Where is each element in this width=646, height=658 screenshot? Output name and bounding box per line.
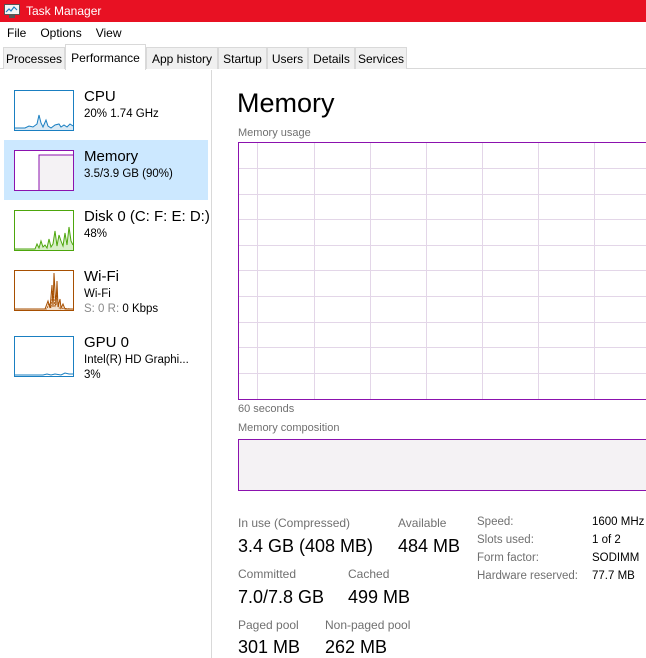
tab-services[interactable]: Services xyxy=(355,47,407,69)
window-title: Task Manager xyxy=(26,4,102,18)
available-value: 484 MB xyxy=(398,536,461,556)
time-span-label: 60 seconds xyxy=(238,403,295,415)
menu-file[interactable]: File xyxy=(7,26,26,40)
sidebar-item-subtitle: 48% xyxy=(84,228,108,240)
sidebar-item-cpu[interactable]: CPU 20% 1.74 GHz xyxy=(4,80,208,140)
title-bar: Task Manager xyxy=(0,0,646,22)
sidebar-item-disk[interactable]: Disk 0 (C: F: E: D:) 48% xyxy=(4,200,210,260)
tab-users[interactable]: Users xyxy=(267,47,308,69)
sidebar-item-memory[interactable]: Memory 3.5/3.9 GB (90%) xyxy=(4,140,208,200)
speed-label: Speed: xyxy=(477,516,514,528)
cpu-thumbnail-graph xyxy=(14,90,74,131)
memory-usage-label: Memory usage xyxy=(238,127,311,139)
in-use-label: In use (Compressed) xyxy=(238,516,351,530)
sidebar-item-title: CPU xyxy=(84,88,116,105)
tab-processes[interactable]: Processes xyxy=(3,47,65,69)
tab-performance[interactable]: Performance xyxy=(65,44,146,70)
sidebar-item-title: GPU 0 xyxy=(84,334,130,351)
menu-bar: File Options View xyxy=(0,22,646,43)
form-factor-value: SODIMM xyxy=(592,552,640,564)
committed-label: Committed xyxy=(238,567,297,581)
sidebar-item-subtitle: Wi-Fi xyxy=(84,288,111,300)
slots-used-value: 1 of 2 xyxy=(592,534,621,546)
sidebar-item-title: Wi-Fi xyxy=(84,268,119,285)
slots-used-label: Slots used: xyxy=(477,534,534,546)
available-label: Available xyxy=(398,516,447,530)
sidebar-item-gpu[interactable]: GPU 0 Intel(R) HD Graphi... 3% xyxy=(4,326,208,386)
committed-value: 7.0/7.8 GB xyxy=(238,587,325,607)
sidebar-item-throughput: S: 0 R: 0 Kbps xyxy=(84,303,158,315)
send-receive-label: S: 0 R: xyxy=(84,303,120,315)
cached-value: 499 MB xyxy=(348,587,411,607)
sidebar-item-wifi[interactable]: Wi-Fi Wi-Fi S: 0 R: 0 Kbps xyxy=(4,260,208,320)
sidebar-item-title: Disk 0 (C: F: E: D:) xyxy=(84,208,210,225)
page-title: Memory xyxy=(237,88,335,118)
tab-bar: Processes Performance App history Startu… xyxy=(0,43,646,70)
sidebar-item-subtitle: 3.5/3.9 GB (90%) xyxy=(84,168,173,180)
non-paged-pool-value: 262 MB xyxy=(325,637,388,657)
gpu-thumbnail-graph xyxy=(14,336,74,377)
disk-thumbnail-graph xyxy=(14,210,74,251)
speed-value: 1600 MHz xyxy=(592,516,645,528)
menu-view[interactable]: View xyxy=(96,26,122,40)
form-factor-label: Form factor: xyxy=(477,552,539,564)
tab-app-history[interactable]: App history xyxy=(146,47,218,69)
cached-label: Cached xyxy=(348,567,390,581)
sidebar-item-title: Memory xyxy=(84,148,139,165)
in-use-value: 3.4 GB (408 MB) xyxy=(238,536,374,556)
hardware-reserved-value: 77.7 MB xyxy=(592,570,635,582)
memory-usage-graph xyxy=(238,142,646,400)
memory-thumbnail-graph xyxy=(14,150,74,191)
task-manager-icon xyxy=(4,4,20,18)
tab-details[interactable]: Details xyxy=(308,47,355,69)
throughput-value: 0 Kbps xyxy=(122,303,159,315)
sidebar-item-utilization: 3% xyxy=(84,369,101,381)
paged-pool-value: 301 MB xyxy=(238,637,301,657)
hardware-reserved-label: Hardware reserved: xyxy=(477,570,578,582)
sidebar-item-subtitle: 20% 1.74 GHz xyxy=(84,108,159,120)
wifi-thumbnail-graph xyxy=(14,270,74,311)
non-paged-pool-label: Non-paged pool xyxy=(325,618,411,632)
menu-options[interactable]: Options xyxy=(40,26,81,40)
sidebar-item-subtitle: Intel(R) HD Graphi... xyxy=(84,354,189,366)
performance-sidebar: CPU 20% 1.74 GHz Memory 3.5/3.9 GB (90%)… xyxy=(0,70,212,658)
memory-composition-label: Memory composition xyxy=(238,422,340,434)
tab-startup[interactable]: Startup xyxy=(218,47,267,69)
memory-composition-bar xyxy=(238,439,646,491)
memory-detail-panel: Memory Memory usage 60 seconds Memory co… xyxy=(213,70,646,658)
paged-pool-label: Paged pool xyxy=(238,618,299,632)
